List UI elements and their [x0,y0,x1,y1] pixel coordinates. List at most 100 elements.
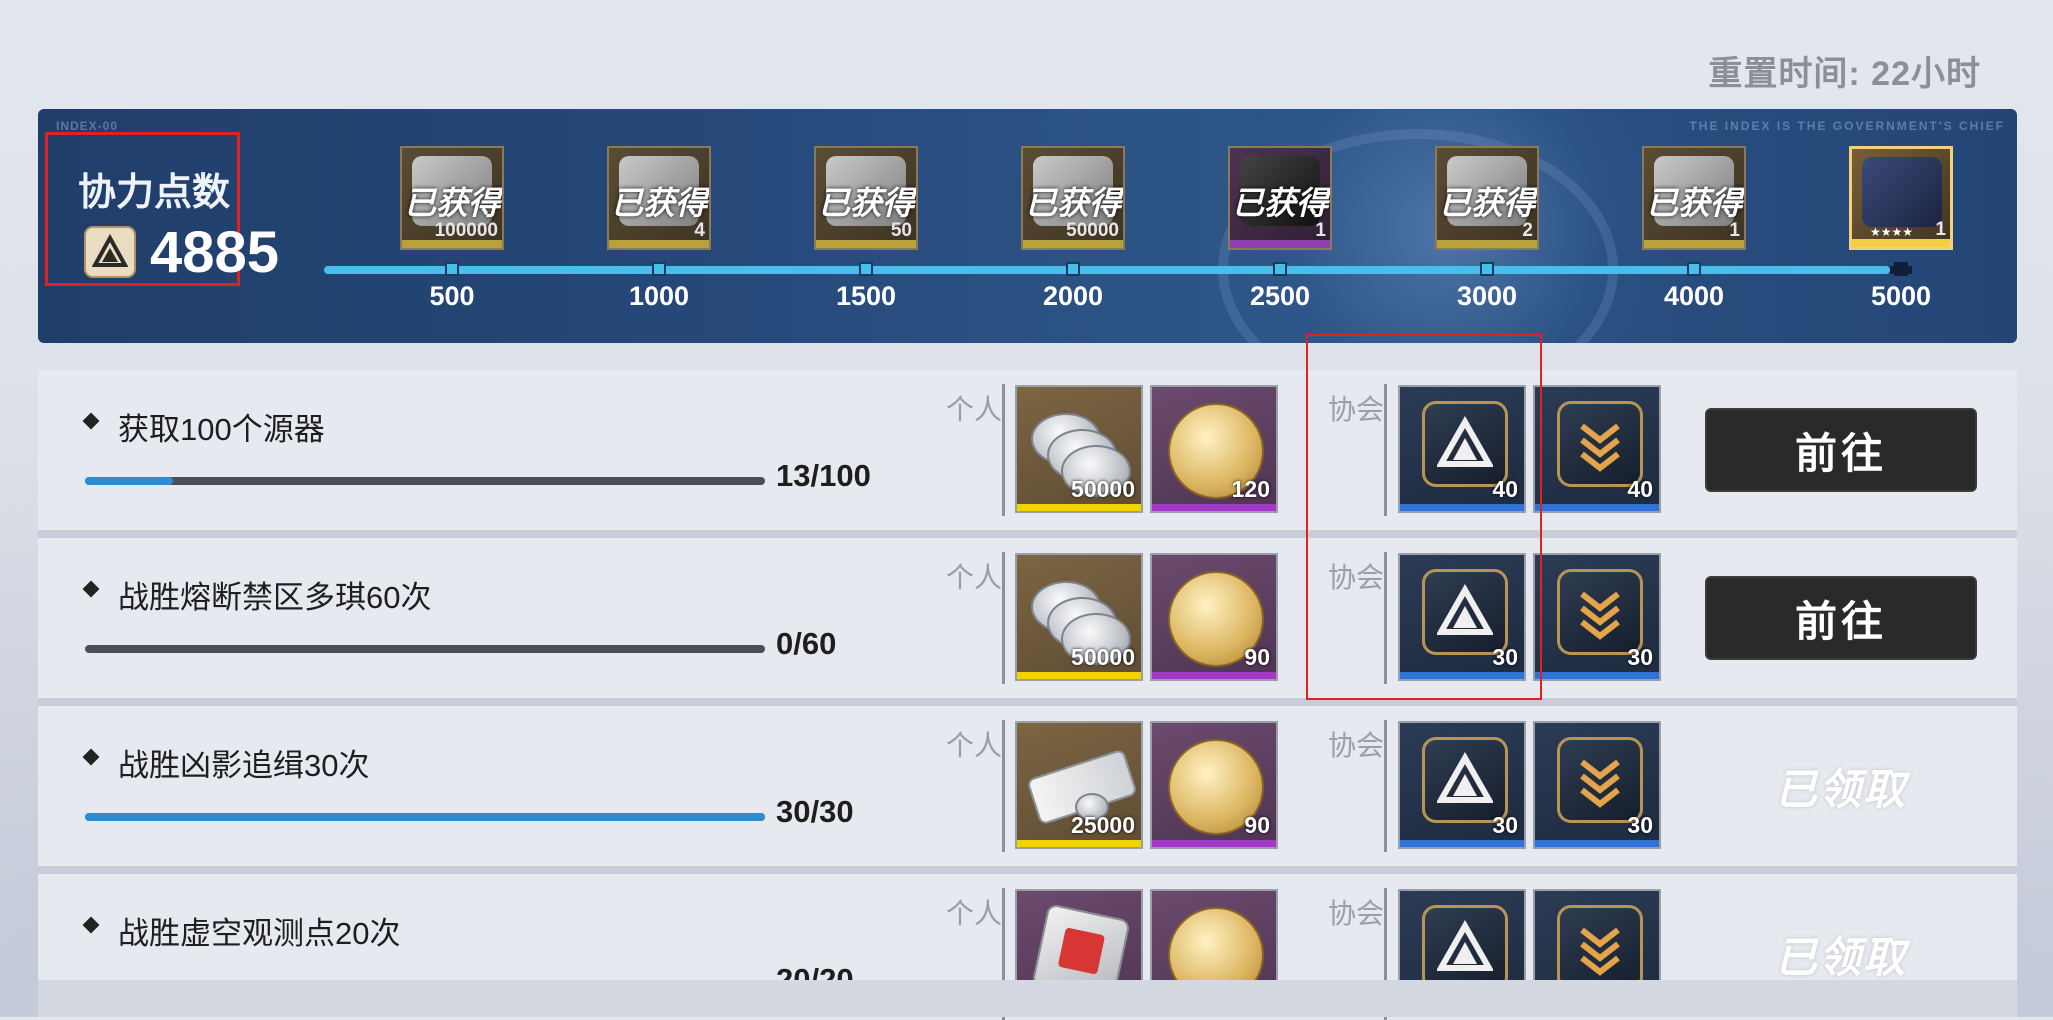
task-row: 战胜凶影追缉30次 30/30 个人 25000 90 协会 30 30 已领取 [38,706,2017,866]
obtained-label: 已获得 [610,185,707,221]
bullet-diamond [82,916,100,934]
row-separator [38,866,2017,874]
milestone-reward-500[interactable]: 100000 已获得 [400,146,504,250]
rarity-bar [1400,840,1524,847]
personal-reward[interactable]: 90 [1150,553,1278,681]
task-row: 战胜熔断禁区多琪60次 0/60 个人 50000 90 协会 30 30 前往 [38,538,2017,698]
guild-label: 协会 [1328,562,1385,593]
reward-qty: 30 [1627,644,1653,670]
milestone-reward-1000[interactable]: 4 已获得 [607,146,711,250]
task-title: 战胜虚空观测点20次 [118,916,401,951]
bullet-diamond [82,412,100,430]
milestone-track [324,266,1890,274]
divider [1002,720,1005,852]
go-button[interactable]: 前往 [1705,408,1977,492]
task-title: 战胜熔断禁区多琪60次 [118,580,432,615]
milestone-tick [1687,262,1701,276]
milestone-threshold: 4000 [1663,281,1725,311]
personal-label: 个人 [946,730,1003,761]
reward-qty: 50000 [1071,644,1135,670]
rarity-bar [1152,504,1276,511]
reward-qty: 90 [1244,812,1270,838]
task-progress-bar [85,477,765,485]
milestone-reward-2500[interactable]: 1 已获得 [1228,146,1332,250]
milestone-reward-5000[interactable]: 1 ★★★★ [1849,146,1953,250]
banner-index-right: THE INDEX IS THE GOVERNMENT'S CHIEF [1689,119,2005,133]
task-row: 获取100个源器 13/100 个人 50000 120 协会 40 40 前往 [38,370,2017,530]
guild-reward[interactable]: 30 [1398,553,1526,681]
reward-qty: 30 [1492,644,1518,670]
guild-reward[interactable]: 30 [1398,721,1526,849]
guild-label: 协会 [1328,394,1385,425]
milestone-threshold: 2000 [1042,281,1104,311]
personal-label: 个人 [946,898,1003,929]
go-button[interactable]: 前往 [1705,576,1977,660]
banner-index-left: INDEX-00 [56,119,119,133]
rarity-bar [1535,504,1659,511]
stars: ★★★★ [1870,225,1914,239]
personal-reward[interactable]: 50000 [1015,385,1143,513]
milestone-threshold: 1500 [835,281,897,311]
rarity-bar [1400,504,1524,511]
reward-qty: 30 [1492,812,1518,838]
guild-reward[interactable]: 40 [1533,385,1661,513]
guild-label: 协会 [1328,730,1385,761]
personal-reward[interactable]: 90 [1150,721,1278,849]
personal-reward[interactable]: 25000 [1015,721,1143,849]
obtained-label: 已获得 [1024,185,1121,221]
milestone-reward-4000[interactable]: 1 已获得 [1642,146,1746,250]
claimed-label: 已领取 [1774,765,1907,813]
obtained-label: 已获得 [1438,185,1535,221]
task-row: 战胜虚空观测点20次20/20个人协会已领取 [38,874,2017,1020]
reset-timer: 重置时间: 22小时 [1708,55,1981,93]
row-separator [38,530,2017,538]
task-progress-bar [85,645,765,653]
task-title: 战胜凶影追缉30次 [118,748,370,783]
task-progress-bar [85,813,765,821]
divider [1384,720,1387,852]
coop-points-value: 4885 [150,220,280,285]
task-progress-text: 13/100 [776,458,871,493]
milestone-tick [1894,262,1908,276]
coop-points-banner: INDEX-00 THE INDEX IS THE GOVERNMENT'S C… [38,109,2017,343]
task-title: 获取100个源器 [118,412,325,447]
coop-points-title: 协力点数 [78,172,231,214]
rarity-bar [1535,840,1659,847]
task-progress-text: 30/30 [776,794,854,829]
divider [1002,552,1005,684]
reward-item-icon [1862,157,1942,227]
personal-label: 个人 [946,562,1003,593]
task-progress-text: 0/60 [776,626,837,661]
reward-qty: 90 [1244,644,1270,670]
task-progress-fill [85,813,765,821]
milestone-reward-2000[interactable]: 50000 已获得 [1021,146,1125,250]
row-separator [38,698,2017,706]
rarity-bar [1017,840,1141,847]
guild-reward[interactable]: 30 [1533,721,1661,849]
coop-token-icon [84,226,136,278]
obtained-label: 已获得 [817,185,914,221]
milestone-threshold: 500 [429,281,475,311]
divider [1002,384,1005,516]
reward-qty: 120 [1231,476,1270,502]
guild-reward[interactable]: 40 [1398,385,1526,513]
milestone-threshold: 1000 [628,281,690,311]
divider [1384,552,1387,684]
reward-qty: 40 [1627,476,1653,502]
reward-qty: 30 [1627,812,1653,838]
rarity-bar [1017,672,1141,679]
guild-label: 协会 [1328,898,1385,929]
milestone-reward-3000[interactable]: 2 已获得 [1435,146,1539,250]
guild-reward[interactable]: 30 [1533,553,1661,681]
personal-reward[interactable]: 120 [1150,385,1278,513]
milestone-reward-1500[interactable]: 50 已获得 [814,146,918,250]
reward-qty: 40 [1492,476,1518,502]
rarity-bar [1152,840,1276,847]
personal-label: 个人 [946,394,1003,425]
personal-reward[interactable]: 50000 [1015,553,1143,681]
rarity-bar [1017,504,1141,511]
divider [1384,384,1387,516]
bullet-diamond [82,580,100,598]
bullet-diamond [82,748,100,766]
milestone-tick [1066,262,1080,276]
